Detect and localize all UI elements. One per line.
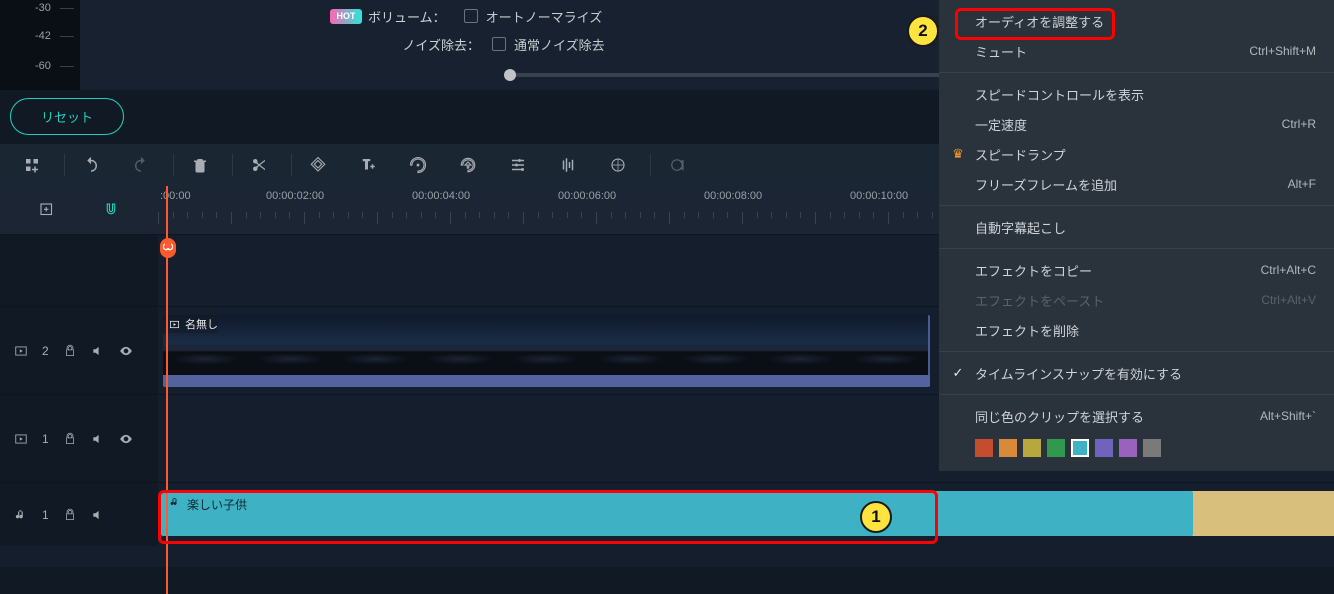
normal-denoise-label: 通常ノイズ除去 [514, 35, 605, 54]
lock-icon[interactable] [63, 508, 77, 522]
clip-context-menu: オーディオを調整する ミュートCtrl+Shift+M スピードコントロールを表… [939, 0, 1334, 471]
add-media-icon[interactable] [29, 192, 65, 228]
level-tick: -42 [35, 30, 51, 42]
level-tick: -30 [35, 2, 51, 14]
audio-clip-label: 楽しい子供 [187, 496, 247, 513]
video-track-icon [14, 432, 28, 446]
clip-audio-icon [169, 496, 181, 508]
video-track-icon [14, 344, 28, 358]
normal-denoise-checkbox[interactable] [492, 37, 506, 51]
adjust-icon[interactable] [500, 147, 536, 183]
auto-normalize-label: オートノーマライズ [486, 7, 603, 26]
playhead[interactable] [166, 186, 168, 594]
menu-speed-ramp[interactable]: ♛スピードランプ [939, 139, 1334, 169]
mute-icon[interactable] [91, 432, 105, 446]
track-number: 2 [42, 344, 49, 358]
color-swatch[interactable] [1143, 439, 1161, 457]
menu-speed-control[interactable]: スピードコントロールを表示 [939, 79, 1334, 109]
mute-icon[interactable] [91, 344, 105, 358]
auto-normalize-checkbox[interactable] [464, 9, 478, 23]
color-icon[interactable] [600, 147, 636, 183]
audio-clip[interactable]: 楽しい子供 [161, 491, 1193, 536]
time-tick: 00:00:04:00 [412, 190, 470, 202]
split-icon[interactable] [241, 147, 277, 183]
callout-1: 1 [860, 501, 892, 533]
audio-track-icon [14, 508, 28, 522]
video-track-2-header: 2 [0, 307, 158, 394]
track-header-spacer [0, 235, 158, 306]
track-number: 1 [42, 432, 49, 446]
time-tick: 00:00:08:00 [704, 190, 762, 202]
lock-icon[interactable] [63, 432, 77, 446]
color-swatch[interactable] [1119, 439, 1137, 457]
color-swatch-row [939, 431, 1334, 465]
crop-icon[interactable] [400, 147, 436, 183]
menu-adjust-audio[interactable]: オーディオを調整する [939, 6, 1334, 36]
volume-label: ボリューム： [368, 7, 446, 26]
color-swatch[interactable] [975, 439, 993, 457]
menu-delete-effects[interactable]: エフェクトを削除 [939, 315, 1334, 345]
color-swatch[interactable] [1047, 439, 1065, 457]
video-track-1-header: 1 [0, 395, 158, 482]
visibility-icon[interactable] [119, 432, 133, 446]
delete-icon[interactable] [182, 147, 218, 183]
track-number: 1 [42, 508, 49, 522]
clip-video-icon [169, 319, 180, 330]
denoise-slider[interactable] [510, 73, 980, 77]
undo-icon[interactable] [73, 147, 109, 183]
check-icon: ✓ [950, 365, 966, 381]
callout-2: 2 [907, 15, 939, 47]
time-tick: :00:00 [160, 190, 191, 202]
denoise-label: ノイズ除去： [330, 35, 480, 54]
time-tick: 00:00:10:00 [850, 190, 908, 202]
add-track-icon[interactable] [14, 147, 50, 183]
menu-copy-effects[interactable]: エフェクトをコピーCtrl+Alt+C [939, 255, 1334, 285]
color-swatch[interactable] [1071, 439, 1089, 457]
mute-icon[interactable] [91, 508, 105, 522]
audio-level-meter: -30 -42 -60 [0, 0, 80, 90]
color-swatch[interactable] [999, 439, 1017, 457]
redo-icon[interactable] [123, 147, 159, 183]
hot-badge: HOT [330, 9, 362, 24]
menu-same-color-clips[interactable]: 同じ色のクリップを選択するAlt+Shift+` [939, 401, 1334, 431]
add-text-icon[interactable] [350, 147, 386, 183]
time-tick: 00:00:02:00 [266, 190, 324, 202]
crown-icon: ♛ [950, 146, 966, 162]
magnet-icon[interactable] [93, 192, 129, 228]
time-tick: 00:00:06:00 [558, 190, 616, 202]
color-swatch[interactable] [1095, 439, 1113, 457]
video-clip-label: 名無し [185, 316, 218, 332]
menu-freeze-frame[interactable]: フリーズフレームを追加Alt+F [939, 169, 1334, 199]
video-clip[interactable]: 名無し [163, 315, 930, 387]
menu-mute[interactable]: ミュートCtrl+Shift+M [939, 36, 1334, 66]
reset-button[interactable]: リセット [10, 98, 124, 135]
lock-icon[interactable] [63, 344, 77, 358]
audio-icon[interactable] [550, 147, 586, 183]
color-swatch[interactable] [1023, 439, 1041, 457]
tag-icon[interactable] [300, 147, 336, 183]
visibility-icon[interactable] [119, 344, 133, 358]
speed-icon[interactable] [450, 147, 486, 183]
level-tick: -60 [35, 60, 51, 72]
menu-uniform-speed[interactable]: 一定速度Ctrl+R [939, 109, 1334, 139]
menu-timeline-snap[interactable]: ✓タイムラインスナップを有効にする [939, 358, 1334, 388]
audio-track-1-header: 1 [0, 483, 158, 546]
record-icon[interactable] [659, 147, 695, 183]
menu-paste-effects: エフェクトをペーストCtrl+Alt+V [939, 285, 1334, 315]
menu-auto-subtitle[interactable]: 自動字幕起こし [939, 212, 1334, 242]
